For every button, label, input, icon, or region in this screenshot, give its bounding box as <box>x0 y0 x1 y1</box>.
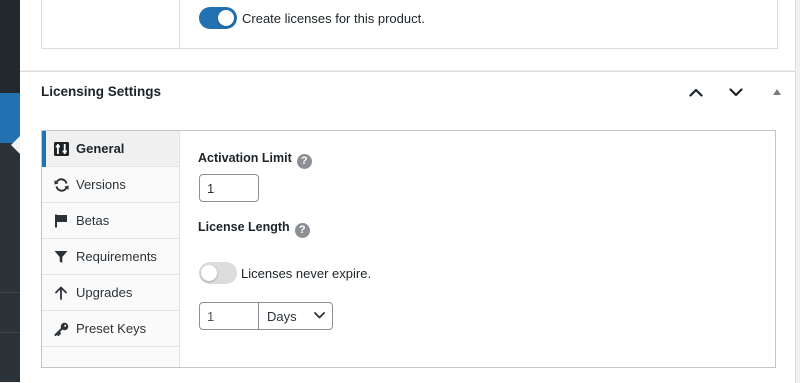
tab-label: Requirements <box>76 249 157 264</box>
chevron-down-icon <box>729 87 743 96</box>
licensing-settings-metabox: Licensing Settings General Versions Beta… <box>20 71 796 383</box>
never-expire-label: Licenses never expire. <box>241 266 372 281</box>
tab-label: General <box>76 141 125 156</box>
chevron-up-icon <box>689 88 703 97</box>
tab-general[interactable]: General <box>42 131 179 167</box>
activation-limit-label-text: Activation Limit <box>198 151 292 165</box>
help-icon[interactable]: ? <box>294 223 310 238</box>
tab-label: Preset Keys <box>76 321 147 336</box>
help-icon[interactable]: ? <box>296 154 312 169</box>
sidebar-current-arrow <box>11 136 20 154</box>
metabox-title: Licensing Settings <box>41 84 162 99</box>
tab-label: Betas <box>76 213 110 228</box>
sidebar-submenu-area <box>0 143 20 382</box>
create-licenses-toggle[interactable] <box>199 7 237 29</box>
refresh-icon <box>53 177 69 193</box>
product-options-tab-column <box>42 0 180 48</box>
tab-label: Upgrades <box>76 285 133 300</box>
tab-preset-keys[interactable]: Preset Keys <box>42 311 179 347</box>
toggle-knob <box>218 10 234 26</box>
toggle-panel-button[interactable] <box>765 80 789 104</box>
move-up-button[interactable] <box>684 80 708 104</box>
sidebar-separator <box>0 292 20 293</box>
product-options-inner: Create licenses for this product. <box>41 0 778 49</box>
sidebar-menu-area <box>0 0 20 93</box>
product-options-panel: Create licenses for this product. <box>20 0 796 70</box>
activation-limit-input[interactable] <box>199 174 259 202</box>
tab-betas[interactable]: Betas <box>42 203 179 239</box>
create-licenses-label: Create licenses for this product. <box>242 11 425 26</box>
select-value: Days <box>267 308 297 324</box>
tab-versions[interactable]: Versions <box>42 167 179 203</box>
filter-icon <box>53 249 69 265</box>
license-length-label-text: License Length <box>198 220 290 234</box>
tab-requirements[interactable]: Requirements <box>42 239 179 275</box>
license-length-unit-select[interactable]: Days <box>258 302 333 330</box>
arrow-up-icon <box>53 285 69 301</box>
flag-icon <box>53 213 69 229</box>
license-length-input[interactable] <box>199 302 259 330</box>
chevron-down-icon <box>314 312 325 319</box>
sliders-icon <box>53 141 69 157</box>
toggle-knob <box>201 265 217 281</box>
sidebar-separator <box>0 332 20 333</box>
move-down-button[interactable] <box>724 80 748 104</box>
tab-label: Versions <box>76 177 126 192</box>
triangle-up-icon <box>773 89 781 95</box>
licensing-settings-panel: General Versions Betas Requirements Upgr… <box>41 130 776 368</box>
activation-limit-label: Activation Limit? <box>198 151 312 169</box>
license-length-label: License Length? <box>198 220 310 238</box>
key-icon <box>53 321 69 337</box>
never-expire-toggle[interactable] <box>199 262 237 284</box>
admin-sidebar <box>0 0 20 382</box>
tab-upgrades[interactable]: Upgrades <box>42 275 179 311</box>
settings-tabs: General Versions Betas Requirements Upgr… <box>42 131 180 367</box>
